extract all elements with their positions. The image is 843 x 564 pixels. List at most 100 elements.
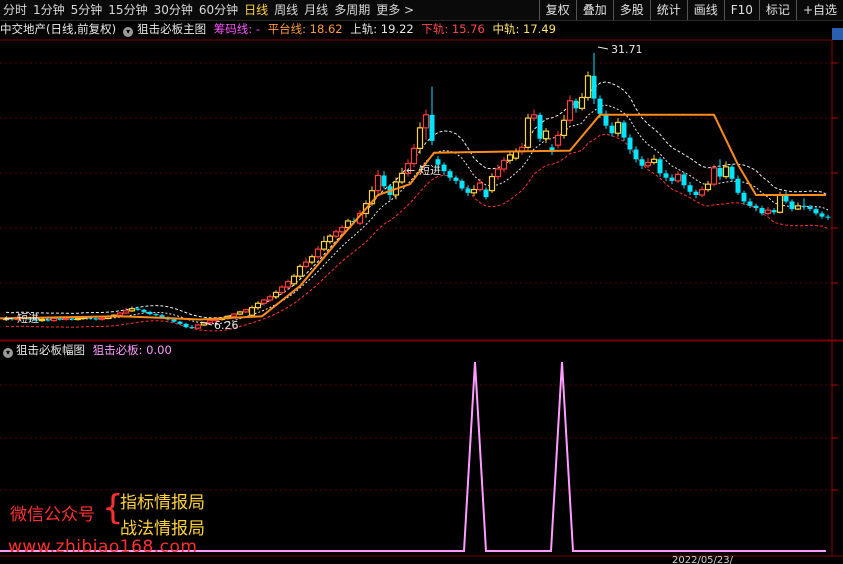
- candle-body: [560, 119, 568, 137]
- candle: [147, 310, 153, 316]
- signal-left-arrow: ←: [4, 312, 13, 325]
- candle: [741, 190, 747, 205]
- candle-body: [320, 240, 328, 250]
- candle-body: [230, 313, 238, 317]
- candle: [633, 146, 639, 163]
- candle: [177, 320, 183, 325]
- candle-body: [524, 117, 532, 148]
- candle: [819, 211, 825, 219]
- candle-body: [633, 149, 639, 160]
- candle-body: [621, 122, 627, 138]
- price-chart[interactable]: 31.71 6.26 短进 短进 2022/05/23/ ← ←: [0, 0, 843, 564]
- candle-body: [650, 158, 658, 164]
- candle: [614, 118, 622, 137]
- candle-body: [813, 209, 819, 214]
- candle-body: [729, 166, 735, 179]
- candle-body: [735, 178, 741, 193]
- candle: [308, 254, 316, 265]
- candle: [248, 305, 256, 317]
- candle: [554, 131, 562, 149]
- candle: [801, 198, 807, 211]
- candle: [530, 109, 538, 122]
- candle: [500, 157, 508, 173]
- candle-body: [410, 147, 418, 165]
- candle: [441, 162, 447, 176]
- candle: [524, 113, 532, 150]
- candle-body: [483, 189, 489, 198]
- candle: [470, 185, 478, 197]
- candle-body: [422, 114, 430, 129]
- candle: [135, 306, 141, 311]
- candle-body: [542, 130, 550, 140]
- candle-body: [332, 231, 340, 237]
- candle: [483, 187, 489, 200]
- candle-body: [693, 191, 699, 195]
- candle: [416, 122, 424, 154]
- candle: [771, 207, 777, 215]
- candle-body: [597, 98, 603, 114]
- candle-body: [254, 302, 262, 309]
- watermark-wechat: 微信公众号: [10, 505, 95, 525]
- candle: [488, 173, 496, 193]
- candle: [584, 71, 592, 101]
- high-price-label: 31.71: [611, 43, 643, 56]
- candle: [296, 264, 304, 279]
- bottom-date-label: 2022/05/23/: [672, 555, 734, 564]
- axis-tag: [832, 28, 843, 40]
- candle-body: [69, 318, 75, 320]
- candle-body: [57, 318, 63, 320]
- candle-body: [722, 166, 730, 178]
- candle: [639, 155, 645, 169]
- candle: [735, 175, 741, 195]
- candle-body: [764, 209, 772, 214]
- candle: [153, 313, 159, 317]
- candle: [704, 180, 712, 192]
- candle-body: [687, 185, 693, 192]
- candle: [764, 206, 772, 216]
- candle-body: [45, 319, 51, 321]
- candle-body: [141, 309, 147, 312]
- candle-body: [93, 318, 99, 320]
- candle-body: [278, 286, 286, 294]
- candle-body: [374, 174, 382, 192]
- candle-body: [447, 171, 453, 178]
- candle-body: [194, 324, 202, 329]
- candle-body: [566, 100, 574, 121]
- candle-body: [578, 96, 586, 109]
- candle-body: [38, 318, 46, 322]
- candle-body: [776, 194, 784, 213]
- candle-body: [627, 137, 633, 150]
- candle-body: [825, 216, 831, 218]
- candle-body: [573, 100, 579, 109]
- candle: [272, 290, 280, 299]
- candle-body: [794, 205, 802, 210]
- signal-left-label: 短进: [17, 311, 39, 325]
- candle-body: [326, 235, 334, 243]
- candle-body: [266, 296, 274, 301]
- candle: [693, 189, 699, 199]
- candle-body: [62, 317, 70, 321]
- candle-body: [488, 175, 496, 192]
- candle-body: [819, 213, 825, 217]
- candle-body: [663, 173, 669, 178]
- candlesticks: [2, 53, 831, 329]
- platform-line-path: [0, 113, 826, 321]
- candle: [453, 175, 459, 185]
- chart-grid: [0, 28, 843, 557]
- candle: [381, 171, 387, 189]
- candle: [422, 109, 430, 140]
- candle-body: [609, 125, 615, 134]
- candle: [447, 168, 453, 181]
- candle: [753, 203, 759, 212]
- candle: [807, 204, 813, 212]
- candle-body: [681, 174, 687, 186]
- candle-body: [206, 320, 214, 324]
- candle: [189, 324, 195, 329]
- candle: [542, 127, 550, 143]
- candle-body: [530, 114, 538, 119]
- candle: [278, 284, 286, 295]
- watermark-site: www.zhibiao168.com: [8, 537, 198, 557]
- candle: [794, 202, 802, 211]
- candle-body: [591, 75, 597, 99]
- candle: [236, 310, 244, 316]
